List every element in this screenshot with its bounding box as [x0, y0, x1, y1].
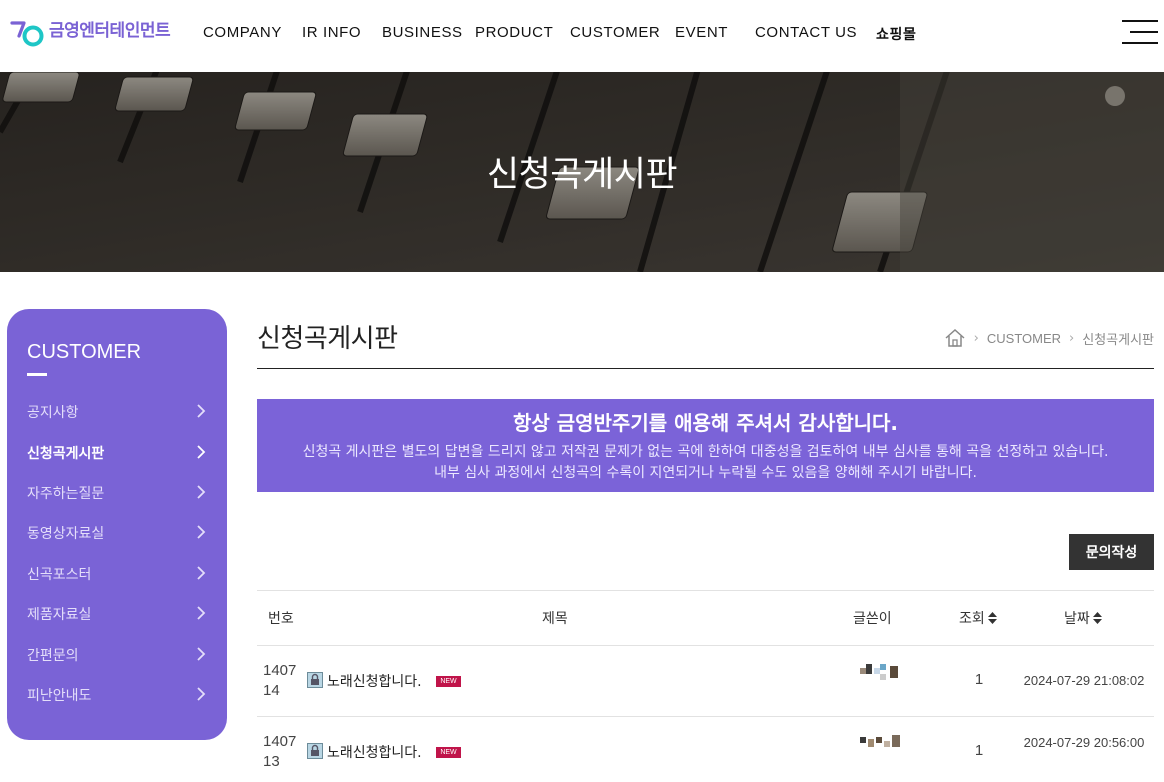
sidebar-item-new-song-poster[interactable]: 신곡포스터: [27, 562, 209, 584]
table-top-border: [257, 590, 1154, 591]
logo-mark-icon: [10, 21, 44, 47]
page-title: 신청곡게시판: [257, 324, 398, 354]
notice-line-2: 내부 심사 과정에서 신청곡의 수록이 지연되거나 누락될 수도 있음을 양해해…: [434, 465, 977, 481]
new-badge: NEW: [436, 747, 461, 758]
notice-headline: 항상 금영반주기를 애용해 주셔서 감사합니다.: [512, 411, 899, 435]
column-header-date-label: 날짜: [1064, 611, 1090, 627]
chevron-right-icon: [197, 525, 206, 539]
row-number: 140713: [263, 733, 297, 770]
hamburger-icon[interactable]: [1122, 20, 1158, 44]
row-date: 2024-07-29 21:08:02: [1023, 673, 1145, 688]
row-views: 1: [974, 742, 984, 759]
chevron-right-icon: [197, 687, 206, 701]
sidebar-item-notice[interactable]: 공지사항: [27, 400, 209, 422]
column-header-views[interactable]: 조회: [959, 608, 997, 628]
column-header-date[interactable]: 날짜: [1064, 608, 1102, 628]
sidebar-item-product-archive[interactable]: 제품자료실: [27, 602, 209, 624]
row-number: 140714: [263, 662, 297, 699]
nav-company[interactable]: COMPANY: [203, 24, 282, 41]
logo-text: 금영엔터테인먼트: [49, 20, 171, 41]
nav-product[interactable]: PRODUCT: [475, 24, 553, 41]
notice-line-1: 신청곡 게시판은 별도의 답변을 드리지 않고 저작권 문제가 없는 곡에 한하…: [302, 444, 1109, 460]
home-icon[interactable]: [944, 328, 966, 348]
chevron-right-icon: [197, 404, 206, 418]
sidebar-item-label: 제품자료실: [27, 607, 92, 623]
sidebar-item-label: 공지사항: [27, 405, 79, 421]
sidebar-title: CUSTOMER: [27, 341, 142, 363]
row-subject-link[interactable]: 노래신청합니다.: [327, 742, 422, 762]
author-avatar-blurred: [860, 664, 898, 680]
notice-banner: 항상 금영반주기를 애용해 주셔서 감사합니다. 신청곡 게시판은 별도의 답변…: [257, 399, 1154, 492]
nav-customer[interactable]: CUSTOMER: [570, 24, 660, 41]
sidebar-item-quick-inquiry[interactable]: 간편문의: [27, 643, 209, 665]
sidebar-item-label: 피난안내도: [27, 688, 92, 704]
breadcrumb-separator: ›: [1069, 330, 1075, 346]
sidebar-item-label: 신청곡게시판: [27, 446, 105, 462]
sidebar-item-faq[interactable]: 자주하는질문: [27, 481, 209, 503]
column-header-views-label: 조회: [959, 611, 985, 627]
sidebar-item-label: 동영상자료실: [27, 526, 105, 542]
header-row-border: [257, 645, 1154, 646]
chevron-right-icon: [197, 606, 206, 620]
lock-icon: [307, 672, 323, 688]
sort-icon: [987, 612, 997, 624]
site-logo[interactable]: 금영엔터테인먼트: [10, 14, 171, 50]
chevron-right-icon: [197, 485, 206, 499]
title-divider: [257, 368, 1154, 369]
chevron-right-icon: [197, 445, 206, 459]
breadcrumb-separator: ›: [973, 330, 979, 346]
nav-business[interactable]: BUSINESS: [382, 24, 463, 41]
row-date: 2024-07-29 20:56:00: [1023, 735, 1145, 750]
chevron-right-icon: [197, 566, 206, 580]
new-badge: NEW: [436, 676, 461, 687]
sidebar-title-underline: [27, 373, 47, 376]
column-header-number: 번호: [268, 611, 294, 627]
hero-title: 신청곡게시판: [486, 155, 678, 195]
row-border: [257, 716, 1154, 717]
sidebar-item-evacuation-map[interactable]: 피난안내도: [27, 683, 209, 705]
sidebar-item-label: 자주하는질문: [27, 486, 105, 502]
sidebar-item-label: 간편문의: [27, 648, 79, 664]
chevron-right-icon: [197, 647, 206, 661]
column-header-subject: 제목: [542, 611, 568, 627]
sidebar: CUSTOMER 공지사항 신청곡게시판 자주하는질문 동영상자료실 신곡포스터…: [7, 309, 227, 740]
lock-icon: [307, 743, 323, 759]
sidebar-item-label: 신곡포스터: [27, 567, 92, 583]
row-subject-link[interactable]: 노래신청합니다.: [327, 671, 422, 691]
nav-ir-info[interactable]: IR INFO: [302, 24, 361, 41]
sidebar-item-song-request[interactable]: 신청곡게시판: [27, 441, 209, 463]
breadcrumb-item-current: 신청곡게시판: [1082, 332, 1154, 348]
author-avatar-blurred: [860, 735, 900, 747]
sidebar-item-video-archive[interactable]: 동영상자료실: [27, 521, 209, 543]
column-header-author: 글쓴이: [853, 611, 892, 627]
site-header: 금영엔터테인먼트 COMPANY IR INFO BUSINESS PRODUC…: [0, 0, 1164, 72]
nav-event[interactable]: EVENT: [675, 24, 728, 41]
nav-contact-us[interactable]: CONTACT US: [755, 24, 857, 41]
write-inquiry-button[interactable]: 문의작성: [1069, 534, 1154, 570]
breadcrumb-item-customer[interactable]: CUSTOMER: [987, 331, 1061, 346]
sort-icon: [1092, 612, 1102, 624]
nav-shopping-mall[interactable]: 쇼핑몰: [876, 24, 916, 44]
breadcrumb: › CUSTOMER › 신청곡게시판: [944, 327, 1154, 349]
row-views: 1: [974, 671, 984, 688]
hero-banner: 신청곡게시판: [0, 72, 1164, 272]
